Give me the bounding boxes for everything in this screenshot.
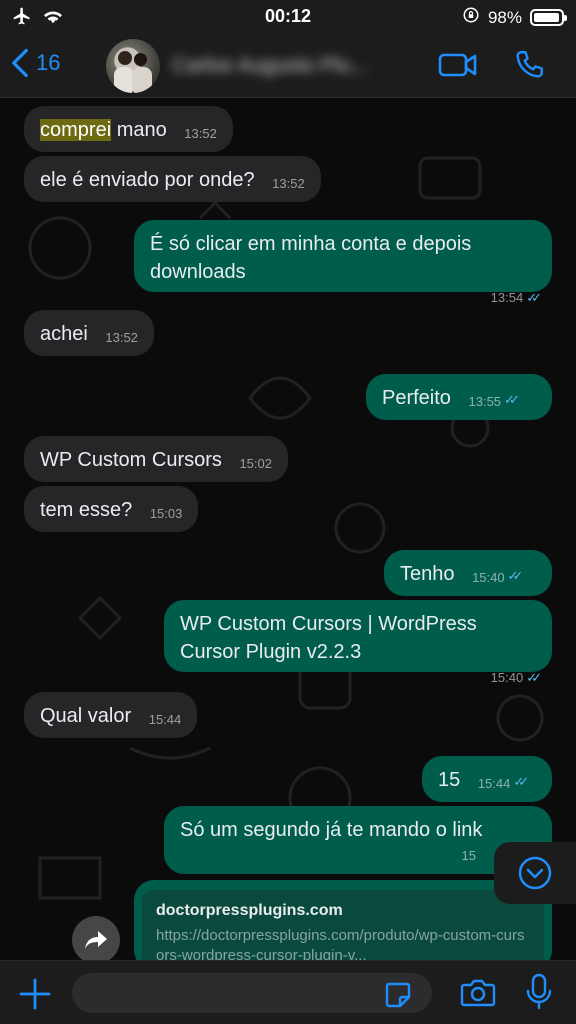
phone-icon: [516, 51, 543, 78]
link-domain: doctorpressplugins.com: [156, 902, 343, 919]
status-right: 98%: [462, 6, 567, 29]
message-time-row: 13:54 ✓✓: [150, 284, 542, 312]
read-ticks-icon: ✓✓: [526, 290, 542, 305]
chat-header: 16 Carlos Augusto Plu...: [0, 34, 576, 98]
message-text: ele é enviado por onde?: [40, 169, 255, 191]
video-camera-icon: [438, 53, 477, 77]
read-ticks-icon: ✓✓: [504, 392, 520, 407]
message-time: 15: [461, 848, 476, 863]
message-time: 13:52: [184, 126, 217, 141]
message-input[interactable]: [72, 973, 432, 1013]
message-incoming[interactable]: WP Custom Cursors 15:02: [24, 436, 288, 482]
forward-button[interactable]: [72, 916, 120, 960]
message-text: 15: [438, 769, 461, 791]
message-time: 15:40: [490, 670, 524, 685]
avatar[interactable]: [106, 39, 160, 93]
microphone-icon: [526, 973, 552, 1010]
message-incoming[interactable]: achei 13:52: [24, 310, 154, 356]
message-incoming[interactable]: tem esse? 15:03: [24, 486, 199, 532]
message-text: mano: [111, 119, 167, 141]
message-time: 13:54: [490, 290, 524, 305]
battery-icon: [530, 9, 567, 26]
message-outgoing[interactable]: É só clicar em minha conta e depois down…: [134, 220, 552, 305]
voice-call-button[interactable]: [512, 48, 546, 87]
message-time: 13:52: [272, 176, 305, 191]
message-incoming[interactable]: comprei mano 13:52: [24, 106, 233, 152]
message-text: Qual valor: [40, 705, 132, 727]
back-button[interactable]: 16: [10, 48, 60, 78]
rotation-lock-icon: [462, 6, 480, 29]
scroll-to-bottom-button[interactable]: [494, 842, 576, 904]
message-text: Perfeito: [382, 387, 451, 409]
link-url[interactable]: https://doctorpressplugins.com/produto/w…: [156, 926, 530, 960]
message-text: tem esse?: [40, 499, 133, 521]
message-text: Só um segundo já te mando o link: [180, 819, 483, 841]
message-outgoing[interactable]: WP Custom Cursors | WordPress Cursor Plu…: [164, 600, 552, 685]
link-preview-message[interactable]: doctorpressplugins.com https://doctorpre…: [134, 880, 552, 960]
message-time: 15:02: [239, 456, 272, 471]
attach-button[interactable]: [18, 977, 52, 1016]
chat-area[interactable]: comprei mano 13:52 ele é enviado por ond…: [0, 98, 576, 960]
message-text: É só clicar em minha conta e depois down…: [150, 233, 472, 283]
message-outgoing[interactable]: Tenho 15:40 ✓✓: [384, 550, 552, 596]
message-outgoing[interactable]: Perfeito 13:55 ✓✓: [366, 374, 552, 420]
message-text: WP Custom Cursors | WordPress Cursor Plu…: [180, 613, 477, 663]
message-time: 15:44: [477, 776, 511, 791]
contact-name[interactable]: Carlos Augusto Plu...: [172, 54, 368, 78]
message-time-row: 15: [180, 842, 536, 870]
message-time: 13:52: [105, 330, 138, 345]
sticker-button[interactable]: [384, 981, 412, 1014]
battery-level: [534, 13, 560, 22]
message-time-row: 15:40 ✓✓: [180, 664, 542, 692]
message-time: 15:03: [149, 506, 183, 521]
plus-icon: [19, 978, 51, 1010]
unread-count: 16: [36, 50, 61, 75]
battery-percent: 98%: [487, 7, 522, 27]
chevron-down-circle-icon: [518, 856, 552, 890]
microphone-button[interactable]: [526, 973, 552, 1016]
read-ticks-icon: ✓✓: [507, 568, 524, 583]
chevron-left-icon: [12, 48, 28, 78]
status-bar: 00:12 98%: [0, 0, 576, 34]
camera-icon: [460, 979, 496, 1007]
message-text: achei: [40, 323, 88, 345]
read-ticks-icon: ✓✓: [526, 670, 542, 685]
message-incoming[interactable]: ele é enviado por onde? 13:52: [24, 156, 321, 202]
message-highlight: comprei: [40, 119, 112, 141]
message-time: 15:40: [472, 570, 505, 585]
message-text: Tenho: [400, 563, 455, 585]
composer-bar: [0, 960, 576, 1024]
message-outgoing[interactable]: 15 15:44 ✓✓: [422, 756, 552, 802]
message-incoming[interactable]: Qual valor 15:44: [24, 692, 198, 738]
read-ticks-icon: ✓✓: [513, 774, 529, 789]
message-text: WP Custom Cursors: [40, 449, 222, 471]
sticker-icon: [385, 982, 411, 1008]
forward-arrow-icon: [85, 931, 107, 949]
video-call-button[interactable]: [438, 51, 478, 84]
message-time: 13:55: [468, 394, 502, 409]
camera-button[interactable]: [460, 977, 496, 1014]
link-preview[interactable]: doctorpressplugins.com https://doctorpre…: [142, 890, 544, 960]
message-time: 15:44: [148, 712, 182, 727]
